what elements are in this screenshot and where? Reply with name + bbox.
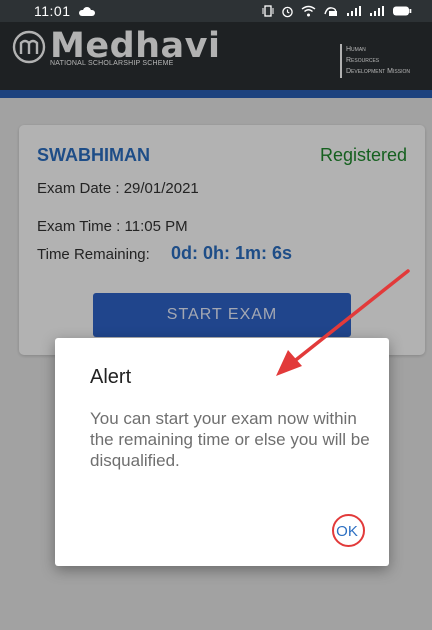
signal-icon — [347, 6, 361, 16]
alert-dialog: Alert You can start your exam now within… — [55, 338, 389, 566]
wifi-icon — [301, 5, 316, 17]
app-screen: 11:01 Medhavi NATIONAL SCHOLARSHIP SCHEM… — [0, 0, 432, 630]
signal-icon — [370, 6, 384, 16]
alert-message: You can start your exam now within the r… — [90, 409, 370, 470]
status-time: 11:01 — [34, 3, 71, 19]
vibrate-icon — [262, 5, 274, 17]
alarm-icon — [282, 6, 293, 17]
battery-icon — [393, 6, 412, 16]
status-icons — [262, 5, 412, 18]
volte-icon — [324, 7, 337, 16]
alert-title: Alert — [90, 366, 132, 388]
ok-button[interactable]: OK — [331, 518, 363, 544]
cloud-icon — [78, 6, 95, 16]
status-bar: 11:01 — [0, 0, 432, 22]
